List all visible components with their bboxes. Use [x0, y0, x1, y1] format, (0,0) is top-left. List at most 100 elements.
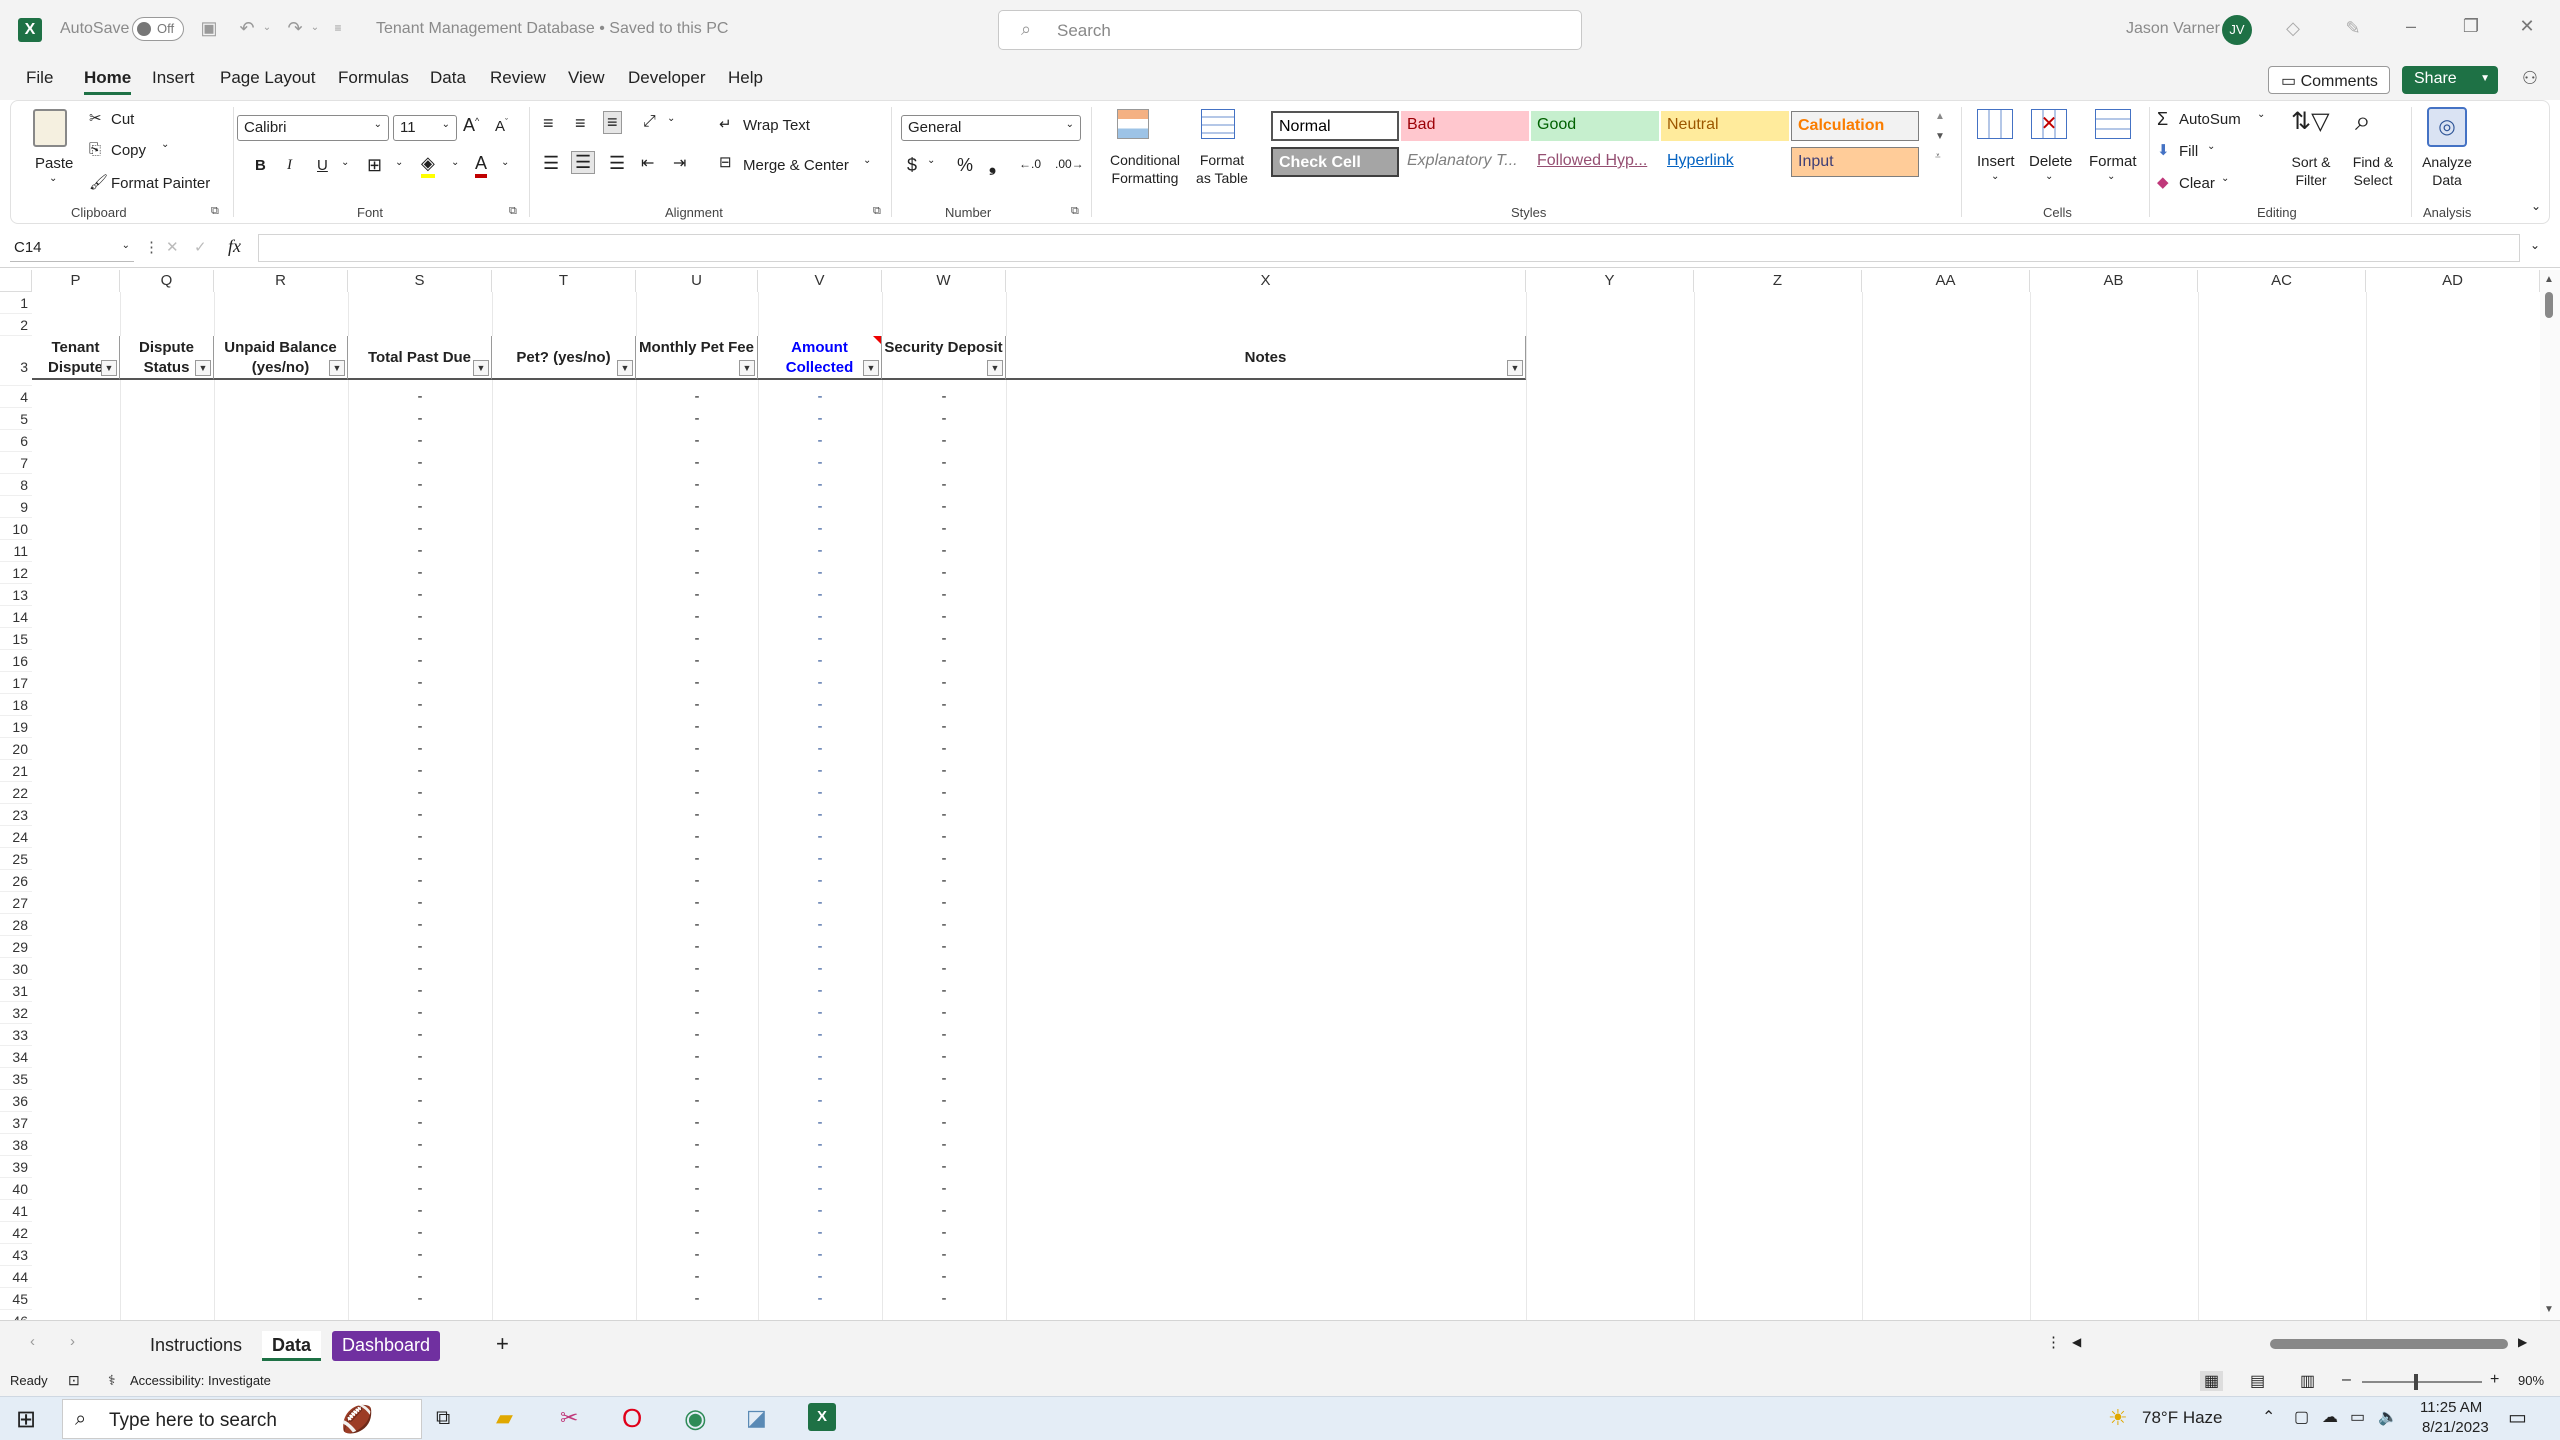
cell-u16[interactable]: -: [636, 650, 758, 672]
volume-icon[interactable]: 🔈: [2378, 1407, 2398, 1427]
cell-u30[interactable]: -: [636, 958, 758, 980]
cell-v30[interactable]: -: [758, 958, 882, 980]
cell-s19[interactable]: -: [348, 716, 492, 738]
find-select-button[interactable]: Find & Select: [2343, 153, 2403, 189]
cell-v31[interactable]: -: [758, 980, 882, 1002]
column-header-y[interactable]: Y: [1526, 270, 1694, 292]
title-search-box[interactable]: ⌕ Search: [998, 10, 1582, 50]
cell-w22[interactable]: -: [882, 782, 1006, 804]
row-header[interactable]: 18: [0, 694, 32, 716]
cell-w16[interactable]: -: [882, 650, 1006, 672]
cell-u27[interactable]: -: [636, 892, 758, 914]
cell-s28[interactable]: -: [348, 914, 492, 936]
cell-u35[interactable]: -: [636, 1068, 758, 1090]
coauthor-icon[interactable]: ⚇: [2516, 66, 2544, 90]
column-header-ad[interactable]: AD: [2366, 270, 2540, 292]
align-left-icon[interactable]: ☰: [543, 153, 559, 174]
cell-v46[interactable]: -: [758, 1310, 882, 1320]
format-as-table-icon[interactable]: [1201, 109, 1235, 139]
row-header[interactable]: 25: [0, 848, 32, 870]
cell-v40[interactable]: -: [758, 1178, 882, 1200]
cell-u19[interactable]: -: [636, 716, 758, 738]
merge-center-dropdown-icon[interactable]: ⌄: [863, 155, 871, 166]
filter-dropdown-icon[interactable]: ▼: [473, 360, 489, 376]
format-as-table-button[interactable]: Format as Table: [1191, 151, 1253, 187]
column-header-q[interactable]: Q: [120, 270, 214, 292]
cell-s39[interactable]: -: [348, 1156, 492, 1178]
column-header-u[interactable]: U: [636, 270, 758, 292]
cell-style-8[interactable]: Hyperlink: [1661, 147, 1789, 177]
cell-s7[interactable]: -: [348, 452, 492, 474]
cell-style-2[interactable]: Good: [1531, 111, 1659, 141]
row-header[interactable]: 31: [0, 980, 32, 1002]
row-header[interactable]: 17: [0, 672, 32, 694]
cell-s14[interactable]: -: [348, 606, 492, 628]
row-header[interactable]: 41: [0, 1200, 32, 1222]
row-header[interactable]: 13: [0, 584, 32, 606]
cell-w38[interactable]: -: [882, 1134, 1006, 1156]
cell-u45[interactable]: -: [636, 1288, 758, 1310]
cell-u43[interactable]: -: [636, 1244, 758, 1266]
cell-v16[interactable]: -: [758, 650, 882, 672]
name-box[interactable]: C14 ⌄: [10, 236, 134, 262]
font-color-icon[interactable]: A: [475, 153, 488, 178]
filter-dropdown-icon[interactable]: ▼: [101, 360, 117, 376]
menu-view[interactable]: View: [568, 68, 605, 88]
insert-function-button[interactable]: fx: [228, 236, 241, 257]
row-header[interactable]: 37: [0, 1112, 32, 1134]
undo-icon[interactable]: ↶: [234, 16, 260, 40]
cell-w32[interactable]: -: [882, 1002, 1006, 1024]
underline-button[interactable]: U: [317, 157, 328, 174]
cell-s30[interactable]: -: [348, 958, 492, 980]
cell-s35[interactable]: -: [348, 1068, 492, 1090]
fill-dropdown-icon[interactable]: ⌄: [2207, 141, 2215, 152]
row-header[interactable]: 35: [0, 1068, 32, 1090]
file-explorer-icon[interactable]: ▰: [496, 1405, 513, 1431]
column-header-t[interactable]: T: [492, 270, 636, 292]
cell-v37[interactable]: -: [758, 1112, 882, 1134]
row-header[interactable]: 27: [0, 892, 32, 914]
tab-instructions[interactable]: Instructions: [140, 1331, 252, 1361]
analyze-data-icon[interactable]: ◎: [2427, 107, 2467, 147]
cell-style-0[interactable]: Normal: [1271, 111, 1399, 141]
fill-button[interactable]: Fill: [2179, 143, 2198, 160]
cell-w18[interactable]: -: [882, 694, 1006, 716]
document-title[interactable]: Tenant Management Database • Saved to th…: [376, 20, 728, 38]
row-header[interactable]: 44: [0, 1266, 32, 1288]
formula-options-icon[interactable]: ⋮: [144, 238, 159, 256]
windows-start-icon[interactable]: ⊞: [16, 1405, 36, 1434]
gallery-up-icon[interactable]: ▲: [1935, 111, 1945, 122]
cell-s24[interactable]: -: [348, 826, 492, 848]
analyze-data-button[interactable]: Analyze Data: [2417, 153, 2477, 189]
cell-v4[interactable]: -: [758, 386, 882, 408]
currency-icon[interactable]: $: [907, 155, 917, 176]
cell-s46[interactable]: -: [348, 1310, 492, 1320]
cell-s36[interactable]: -: [348, 1090, 492, 1112]
cell-w13[interactable]: -: [882, 584, 1006, 606]
scroll-up-icon[interactable]: ▲: [2544, 274, 2554, 285]
cell-u38[interactable]: -: [636, 1134, 758, 1156]
conditional-formatting-icon[interactable]: [1117, 109, 1149, 139]
cell-s12[interactable]: -: [348, 562, 492, 584]
cell-u42[interactable]: -: [636, 1222, 758, 1244]
cell-v34[interactable]: -: [758, 1046, 882, 1068]
number-format-combo[interactable]: General ⌄: [901, 115, 1081, 141]
row-header[interactable]: 10: [0, 518, 32, 540]
cell-u13[interactable]: -: [636, 584, 758, 606]
delete-cells-icon[interactable]: ✕: [2031, 109, 2067, 139]
font-size-combo[interactable]: 11 ⌄: [393, 115, 457, 141]
autosum-button[interactable]: AutoSum: [2179, 111, 2241, 128]
cell-u15[interactable]: -: [636, 628, 758, 650]
filter-dropdown-icon[interactable]: ▼: [987, 360, 1003, 376]
select-all-corner[interactable]: [0, 270, 32, 292]
cell-u17[interactable]: -: [636, 672, 758, 694]
restore-icon[interactable]: ❐: [2456, 14, 2486, 38]
column-header-z[interactable]: Z: [1694, 270, 1862, 292]
table-header-w[interactable]: Security Deposit ▼: [882, 336, 1006, 380]
gallery-more-icon[interactable]: ⩡: [1935, 151, 1941, 162]
weather-text[interactable]: 78°F Haze: [2142, 1408, 2223, 1428]
cell-w11[interactable]: -: [882, 540, 1006, 562]
cell-w23[interactable]: -: [882, 804, 1006, 826]
menu-insert[interactable]: Insert: [152, 68, 195, 88]
cell-w8[interactable]: -: [882, 474, 1006, 496]
